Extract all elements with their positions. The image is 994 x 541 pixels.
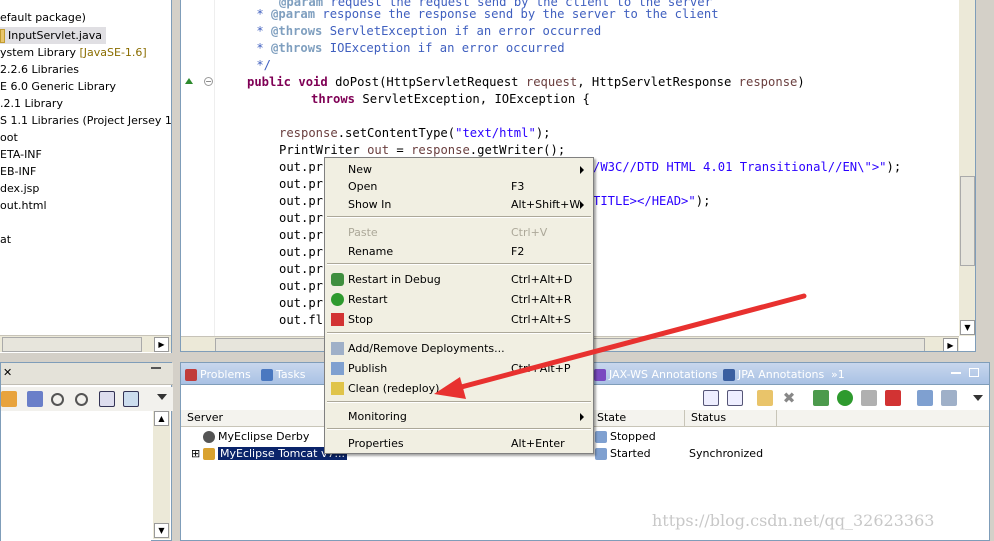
watermark: https://blog.csdn.net/qq_32623363 bbox=[652, 511, 935, 530]
annotation-arrow-icon bbox=[434, 293, 807, 399]
